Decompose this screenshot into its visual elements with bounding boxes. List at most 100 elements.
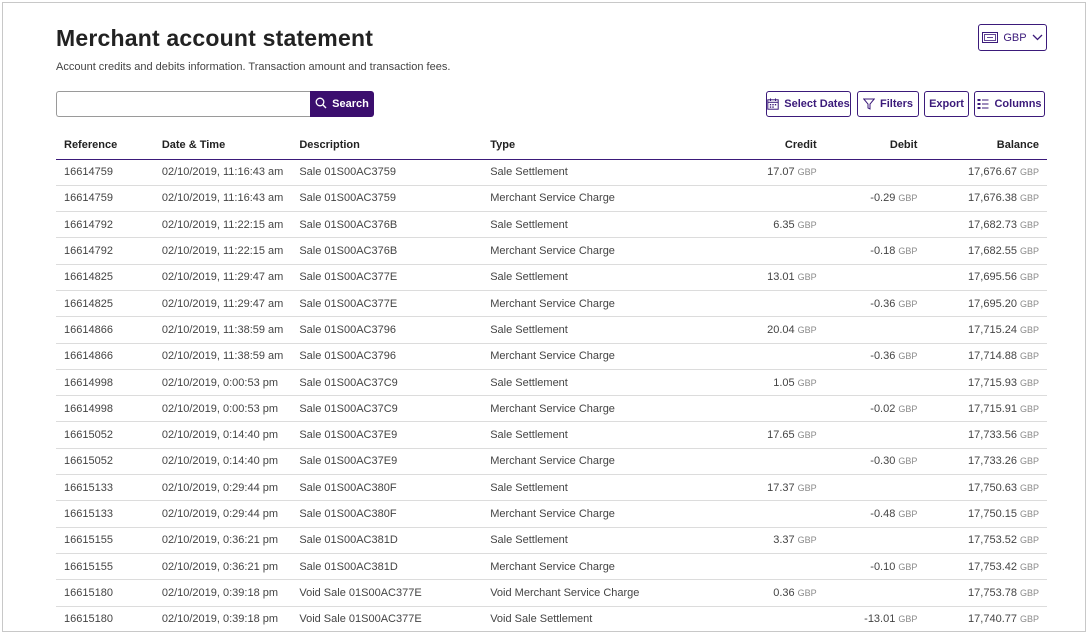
- table-row[interactable]: 16614998 02/10/2019, 0:00:53 pm Sale 01S00…: [56, 369, 1047, 397]
- cell-balance: 17,695.20 GBP: [925, 290, 1047, 318]
- cell-reference-value: 16614825: [64, 297, 113, 310]
- column-header-description[interactable]: Description: [291, 131, 483, 160]
- cell-type: Void Sale Settlement: [482, 606, 710, 631]
- cell-balance-value: 17,750.63: [968, 481, 1017, 494]
- currency-code: GBP: [1019, 219, 1039, 230]
- column-header-debit[interactable]: Debit: [824, 131, 926, 160]
- cell-balance-value: 17,676.38: [968, 192, 1017, 205]
- table-row[interactable]: 16614792 02/10/2019, 11:22:15 am Sale 01S0…: [56, 237, 1047, 265]
- column-header-datetime[interactable]: Date & Time: [153, 131, 292, 160]
- funnel-icon: [862, 98, 875, 110]
- currency-code: GBP: [1019, 614, 1039, 625]
- select-dates-button[interactable]: Select Dates: [766, 91, 851, 117]
- cell-type-value: Sale Settlement: [490, 481, 568, 494]
- cell-credit-value: 1.05: [773, 376, 795, 389]
- currency-code: GBP: [797, 272, 817, 283]
- table-row[interactable]: 16614759 02/10/2019, 11:16:43 am Sale 01S0…: [56, 159, 1047, 186]
- cell-type: Merchant Service Charge: [482, 290, 710, 318]
- cell-balance-value: 17,682.55: [968, 245, 1017, 258]
- column-header-credit[interactable]: Credit: [709, 131, 825, 160]
- cell-datetime-value: 02/10/2019, 11:16:43 am: [161, 166, 284, 179]
- cell-type: Sale Settlement: [482, 159, 710, 186]
- column-header-reference[interactable]: Reference: [56, 131, 154, 160]
- cell-type-value: Sale Settlement: [490, 429, 568, 442]
- cell-description-value: Sale 01S00AC37C9: [299, 402, 398, 415]
- table-row[interactable]: 16615052 02/10/2019, 0:14:40 pm Sale 01S00…: [56, 421, 1047, 449]
- cell-credit: [709, 553, 825, 581]
- cell-credit: 17.07 GBP: [709, 159, 825, 186]
- cell-reference-value: 16615133: [64, 481, 113, 494]
- cell-debit: [824, 211, 926, 239]
- cell-debit: -0.29 GBP: [824, 185, 926, 213]
- cell-reference-value: 16615155: [64, 534, 113, 547]
- cell-description-value: Sale 01S00AC376B: [299, 245, 398, 258]
- cell-debit: [824, 527, 926, 554]
- cell-balance: 17,715.91 GBP: [925, 395, 1047, 423]
- cell-credit: [709, 395, 825, 423]
- cell-datetime: 02/10/2019, 11:29:47 am: [153, 290, 292, 318]
- statement-table: Reference Date & Time Description Type C…: [56, 131, 1047, 631]
- columns-button[interactable]: Columns: [974, 91, 1045, 117]
- cell-debit: -13.01 GBP: [824, 606, 926, 631]
- table-row[interactable]: 16615155 02/10/2019, 0:36:21 pm Sale 01S00…: [56, 553, 1047, 581]
- cell-reference-value: 16614825: [64, 271, 113, 284]
- currency-code: GBP: [797, 377, 817, 388]
- table-row[interactable]: 16614759 02/10/2019, 11:16:43 am Sale 01S0…: [56, 185, 1047, 213]
- cell-reference: 16615180: [56, 606, 154, 631]
- cell-debit-value: -0.10: [870, 560, 896, 573]
- cell-datetime: 02/10/2019, 11:38:59 am: [153, 343, 292, 370]
- cell-description-value: Sale 01S00AC380F: [299, 481, 397, 494]
- table-row[interactable]: 16614866 02/10/2019, 11:38:59 am Sale 01S0…: [56, 343, 1047, 370]
- currency-selector[interactable]: GBP: [978, 24, 1047, 51]
- table-row[interactable]: 16615155 02/10/2019, 0:36:21 pm Sale 01S00…: [56, 527, 1047, 554]
- cell-credit: 13.01 GBP: [709, 264, 825, 291]
- table-row[interactable]: 16615133 02/10/2019, 0:29:44 pm Sale 01S00…: [56, 500, 1047, 528]
- cell-description: Sale 01S00AC381D: [291, 527, 483, 554]
- cell-type: Sale Settlement: [482, 527, 710, 554]
- cell-type-value: Merchant Service Charge: [490, 350, 615, 363]
- cell-datetime-value: 02/10/2019, 11:16:43 am: [161, 192, 284, 205]
- table-row[interactable]: 16615180 02/10/2019, 0:39:18 pm Void Sale …: [56, 579, 1047, 607]
- cell-balance-value: 17,740.77: [968, 613, 1017, 626]
- currency-code: GBP: [1019, 351, 1039, 362]
- cell-balance: 17,740.77 GBP: [925, 606, 1047, 631]
- cell-description: Void Sale 01S00AC377E: [291, 579, 483, 607]
- cell-reference-value: 16614792: [64, 245, 113, 258]
- cell-description: Sale 01S00AC377E: [291, 290, 483, 318]
- cell-description: Sale 01S00AC37E9: [291, 421, 483, 449]
- table-row[interactable]: 16615180 02/10/2019, 0:39:18 pm Void Sale …: [56, 606, 1047, 631]
- table-row[interactable]: 16614825 02/10/2019, 11:29:47 am Sale 01S0…: [56, 264, 1047, 291]
- cell-datetime-value: 02/10/2019, 0:39:18 pm: [161, 613, 279, 626]
- cell-credit-value: 20.04: [767, 323, 795, 336]
- table-row[interactable]: 16614792 02/10/2019, 11:22:15 am Sale 01S0…: [56, 211, 1047, 239]
- filters-button[interactable]: Filters: [857, 91, 919, 117]
- currency-code: GBP: [898, 614, 918, 625]
- cell-reference: 16614866: [56, 343, 154, 370]
- currency-code: GBP: [898, 561, 918, 572]
- cell-debit: -0.02 GBP: [824, 395, 926, 423]
- columns-icon: [977, 98, 989, 110]
- cell-credit: [709, 290, 825, 318]
- cell-debit: [824, 316, 926, 344]
- table-row[interactable]: 16615133 02/10/2019, 0:29:44 pm Sale 01S00…: [56, 474, 1047, 502]
- cell-description-value: Sale 01S00AC3759: [299, 166, 396, 179]
- cell-balance-value: 17,753.52: [968, 534, 1017, 547]
- currency-code: GBP: [898, 298, 918, 309]
- column-header-balance[interactable]: Balance: [925, 131, 1047, 160]
- table-row[interactable]: 16614998 02/10/2019, 0:00:53 pm Sale 01S00…: [56, 395, 1047, 423]
- currency-code: GBP: [1019, 324, 1039, 335]
- export-button[interactable]: Export: [924, 91, 969, 117]
- cell-balance: 17,733.56 GBP: [925, 421, 1047, 449]
- cell-balance: 17,682.73 GBP: [925, 211, 1047, 239]
- cell-description: Sale 01S00AC3796: [291, 343, 483, 370]
- column-header-type[interactable]: Type: [482, 131, 710, 160]
- table-row[interactable]: 16615052 02/10/2019, 0:14:40 pm Sale 01S00…: [56, 448, 1047, 476]
- cell-datetime-value: 02/10/2019, 0:29:44 pm: [161, 481, 279, 494]
- table-row[interactable]: 16614825 02/10/2019, 11:29:47 am Sale 01S0…: [56, 290, 1047, 318]
- cell-reference: 16614759: [56, 159, 154, 186]
- currency-code: GBP: [898, 193, 918, 204]
- table-row[interactable]: 16614866 02/10/2019, 11:38:59 am Sale 01S0…: [56, 316, 1047, 344]
- cell-description: Sale 01S00AC3759: [291, 185, 483, 213]
- cell-reference-value: 16614866: [64, 350, 113, 363]
- cell-debit: [824, 579, 926, 607]
